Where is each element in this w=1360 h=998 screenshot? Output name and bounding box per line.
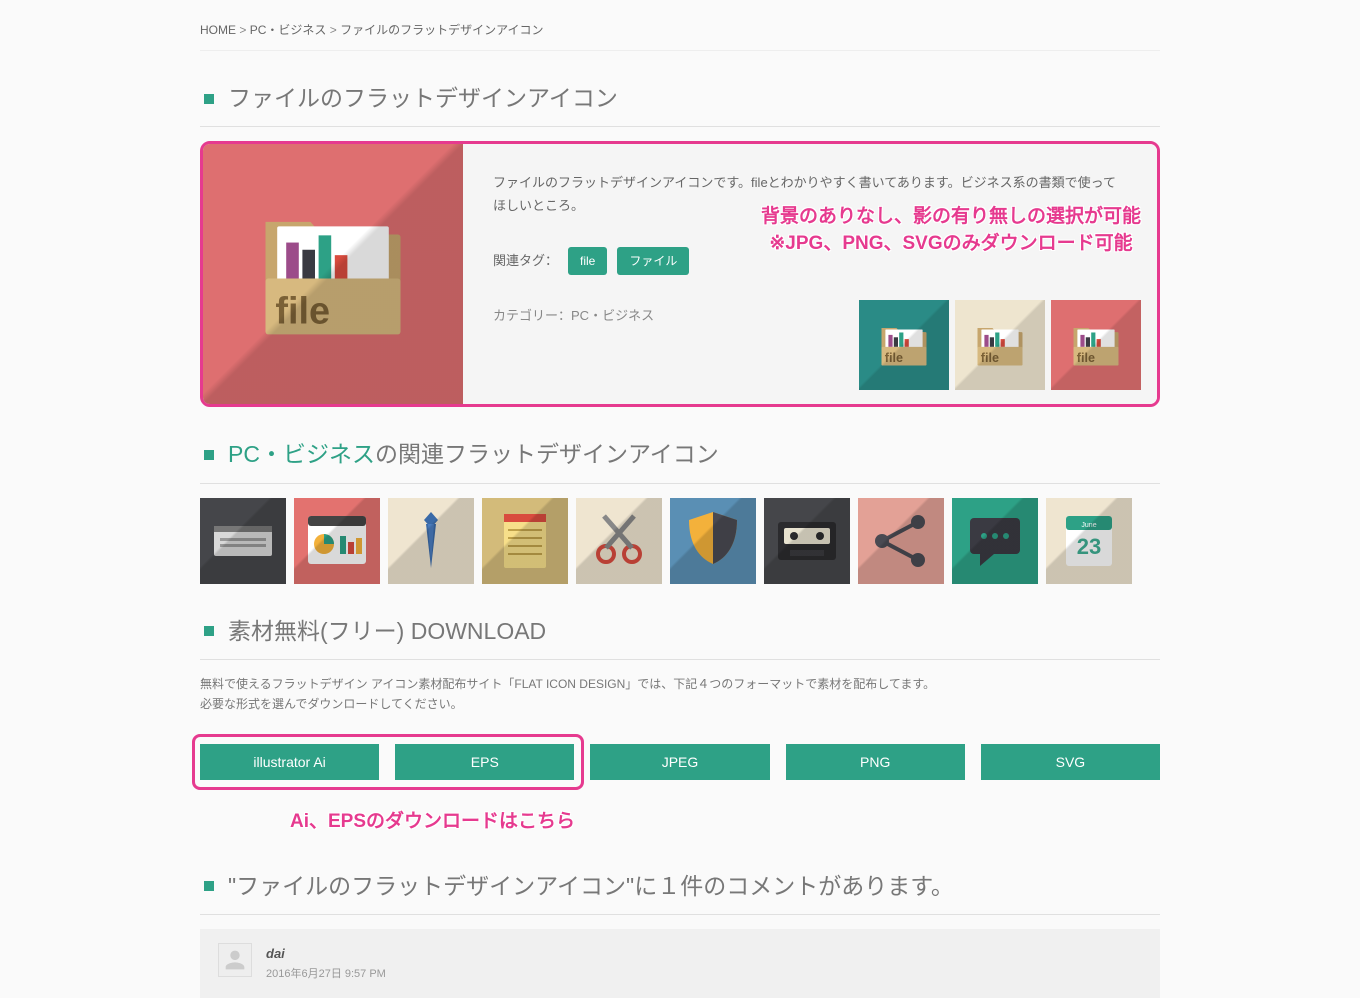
related-heading-suffix: の関連フラットデザインアイコン (375, 435, 719, 474)
breadcrumb-current: ファイルのフラットデザインアイコン (340, 23, 543, 37)
related-grid: June23 (200, 498, 1160, 584)
related-icon-calendar[interactable]: June23 (1046, 498, 1132, 584)
comment-item: dai 2016年6月27日 9:57 PM (200, 929, 1160, 998)
bullet-icon (204, 94, 214, 104)
bullet-icon (204, 881, 214, 891)
download-heading-text: 素材無料(フリー) DOWNLOAD (228, 612, 546, 651)
related-icon-notepad[interactable] (482, 498, 568, 584)
tag-file[interactable]: file (568, 247, 607, 275)
breadcrumb-cat[interactable]: PC・ビジネス (250, 23, 327, 37)
tag-label: 関連タグ： (493, 250, 558, 272)
download-btn-png[interactable]: PNG (786, 744, 965, 780)
category-label: カテゴリー： (493, 308, 571, 323)
download-desc-line2: 必要な形式を選んでダウンロードしてください。 (200, 694, 1160, 714)
tag-row: 関連タグ： file ファイル (493, 247, 1127, 275)
download-btn-eps[interactable]: EPS (395, 744, 574, 780)
hero-image-area: file (203, 144, 463, 404)
related-icon-server[interactable] (200, 498, 286, 584)
download-buttons: illustrator Ai EPS JPEG PNG SVG (200, 744, 1160, 780)
comment-author: dai (266, 943, 386, 965)
related-icon-cassette[interactable] (764, 498, 850, 584)
related-icon-tie[interactable] (388, 498, 474, 584)
download-annotation: Ai、EPSのダウンロードはこちら (200, 806, 1160, 838)
category-value: PC・ビジネス (571, 308, 654, 323)
related-icon-shield[interactable] (670, 498, 756, 584)
related-icon-scissors[interactable] (576, 498, 662, 584)
variant-thumbnails: file file file (859, 300, 1141, 390)
bullet-icon (204, 626, 214, 636)
download-btn-illustrator-ai[interactable]: illustrator Ai (200, 744, 379, 780)
comments-heading-suffix: "に１件のコメントがあります。 (626, 867, 954, 906)
hero-description: ファイルのフラットデザインアイコンです。fileとわかりやすく書いてあります。ビ… (493, 172, 1127, 216)
hero-panel: file ファイルのフラットデザインアイコンです。fileとわかりやすく書いてあ… (200, 141, 1160, 407)
related-icon-share[interactable] (858, 498, 944, 584)
comments-heading: "ファイルのフラットデザインアイコン"に１件のコメントがあります。 (200, 867, 1160, 915)
bullet-icon (204, 450, 214, 460)
comments-heading-q1: " (228, 867, 236, 906)
download-desc-line1: 無料で使えるフラットデザイン アイコン素材配布サイト「FLAT ICON DES… (200, 674, 1160, 694)
download-btn-jpeg[interactable]: JPEG (590, 744, 769, 780)
hero-image: file (203, 144, 463, 404)
breadcrumb-sep: > (239, 23, 246, 37)
download-btn-svg[interactable]: SVG (981, 744, 1160, 780)
variant-thumb-beige[interactable]: file (955, 300, 1045, 390)
variant-thumb-teal[interactable]: file (859, 300, 949, 390)
related-heading: PC・ビジネスの関連フラットデザインアイコン (200, 435, 1160, 483)
breadcrumb-sep: > (330, 23, 337, 37)
download-heading: 素材無料(フリー) DOWNLOAD (200, 612, 1160, 660)
related-heading-link[interactable]: PC・ビジネス (228, 435, 375, 474)
tag-file-ja[interactable]: ファイル (617, 247, 689, 275)
related-icon-chat[interactable] (952, 498, 1038, 584)
page-title: ファイルのフラットデザインアイコン (200, 79, 1160, 127)
comment-date: 2016年6月27日 9:57 PM (266, 965, 386, 984)
download-description: 無料で使えるフラットデザイン アイコン素材配布サイト「FLAT ICON DES… (200, 674, 1160, 715)
breadcrumb: HOME > PC・ビジネス > ファイルのフラットデザインアイコン (200, 0, 1160, 51)
page-title-text: ファイルのフラットデザインアイコン (228, 79, 618, 118)
download-buttons-wrap: illustrator Ai EPS JPEG PNG SVG (200, 744, 1160, 780)
related-icon-dashboard[interactable] (294, 498, 380, 584)
comments-heading-title: ファイルのフラットデザインアイコン (236, 867, 626, 906)
variant-thumb-pink[interactable]: file (1051, 300, 1141, 390)
breadcrumb-home[interactable]: HOME (200, 23, 236, 37)
